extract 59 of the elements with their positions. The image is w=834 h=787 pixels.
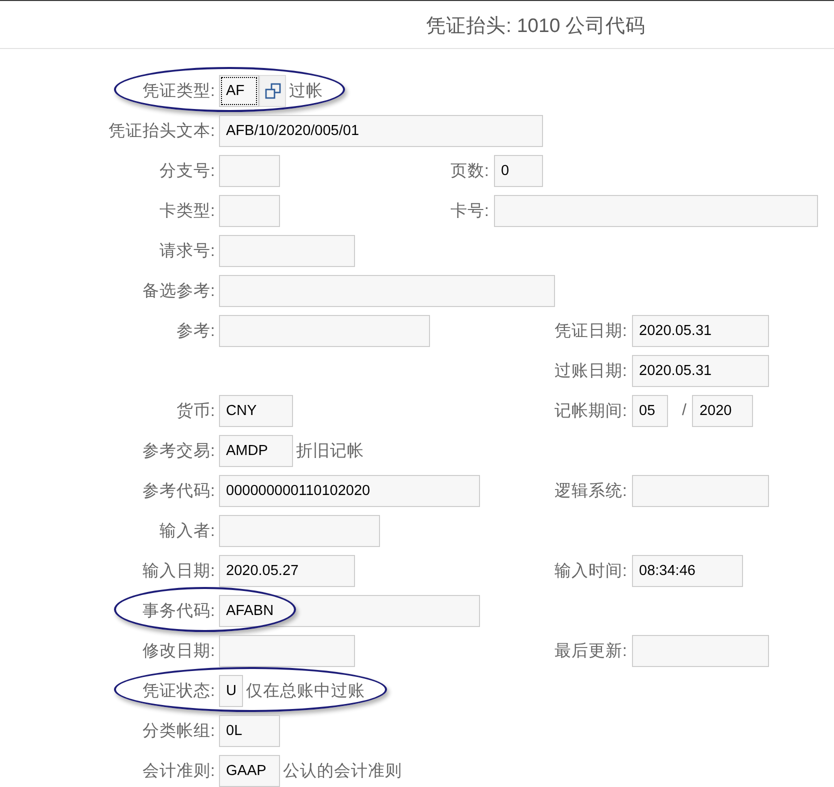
field-label: 请求号:	[158, 240, 216, 262]
field-label: 逻辑系统:	[553, 480, 628, 502]
text-field[interactable]	[219, 155, 280, 187]
field-label: 卡号:	[449, 200, 490, 222]
text-field[interactable]: 2020.05.31	[632, 315, 769, 347]
text-field[interactable]: GAAP	[219, 755, 280, 787]
value-help-button[interactable]	[259, 75, 286, 107]
field-label: 最后更新:	[553, 640, 628, 662]
text-field[interactable]	[219, 275, 555, 307]
field-label: 修改日期:	[141, 640, 216, 662]
text-field[interactable]	[219, 635, 355, 667]
text-field[interactable]: U	[219, 675, 243, 707]
field-label: 事务代码:	[141, 600, 216, 622]
field-label: 输入时间:	[553, 560, 628, 582]
field-label: 过账日期:	[553, 360, 628, 382]
field-label: 分类帐组:	[141, 720, 216, 742]
field-label: 参考交易:	[141, 440, 216, 462]
field-label: 参考:	[175, 320, 216, 342]
field-label: 凭证类型:	[141, 80, 216, 102]
text-field[interactable]	[219, 315, 430, 347]
page-title: 凭证抬头: 1010 公司代码	[426, 14, 646, 38]
field-label: 会计准则:	[141, 760, 216, 782]
text-field[interactable]	[219, 515, 380, 547]
field-label: 备选参考:	[141, 280, 216, 302]
field-label: 输入者:	[158, 520, 216, 542]
field-label: 货币:	[175, 400, 216, 422]
field-label: 参考代码:	[141, 480, 216, 502]
field-label: 凭证日期:	[553, 320, 628, 342]
slash-separator: /	[682, 401, 686, 421]
field-description: 仅在总账中过账	[246, 680, 365, 702]
text-field[interactable]: 000000000110102020	[219, 475, 480, 507]
text-field[interactable]	[494, 195, 818, 227]
text-field[interactable]: 2020	[692, 395, 754, 427]
field-description: 公认的会计准则	[283, 760, 402, 782]
field-description: 折旧记帐	[296, 440, 364, 462]
text-field[interactable]: AMDP	[219, 435, 293, 467]
field-label: 凭证抬头文本:	[107, 120, 216, 142]
field-label: 页数:	[449, 160, 490, 182]
field-label: 记帐期间:	[553, 400, 628, 422]
field-label: 凭证状态:	[141, 680, 216, 702]
text-field[interactable]: 05	[632, 395, 668, 427]
text-field[interactable]: AF	[219, 75, 259, 107]
text-field[interactable]	[219, 195, 280, 227]
field-label: 卡类型:	[158, 200, 216, 222]
field-description: 过帐	[289, 80, 323, 102]
text-field[interactable]: AFABN	[219, 595, 480, 627]
field-label: 分支号:	[158, 160, 216, 182]
text-field[interactable]: AFB/10/2020/005/01	[219, 115, 543, 147]
text-field[interactable]: 0	[494, 155, 543, 187]
text-field[interactable]	[632, 475, 769, 507]
text-field[interactable]: 08:34:46	[632, 555, 743, 587]
text-field[interactable]: 2020.05.27	[219, 555, 355, 587]
field-label: 输入日期:	[141, 560, 216, 582]
text-field[interactable]: CNY	[219, 395, 293, 427]
overlapping-squares-icon	[264, 83, 280, 99]
text-field[interactable]: 0L	[219, 715, 280, 747]
text-field[interactable]	[219, 235, 355, 267]
text-field[interactable]	[632, 635, 769, 667]
text-field[interactable]: 2020.05.31	[632, 355, 769, 387]
